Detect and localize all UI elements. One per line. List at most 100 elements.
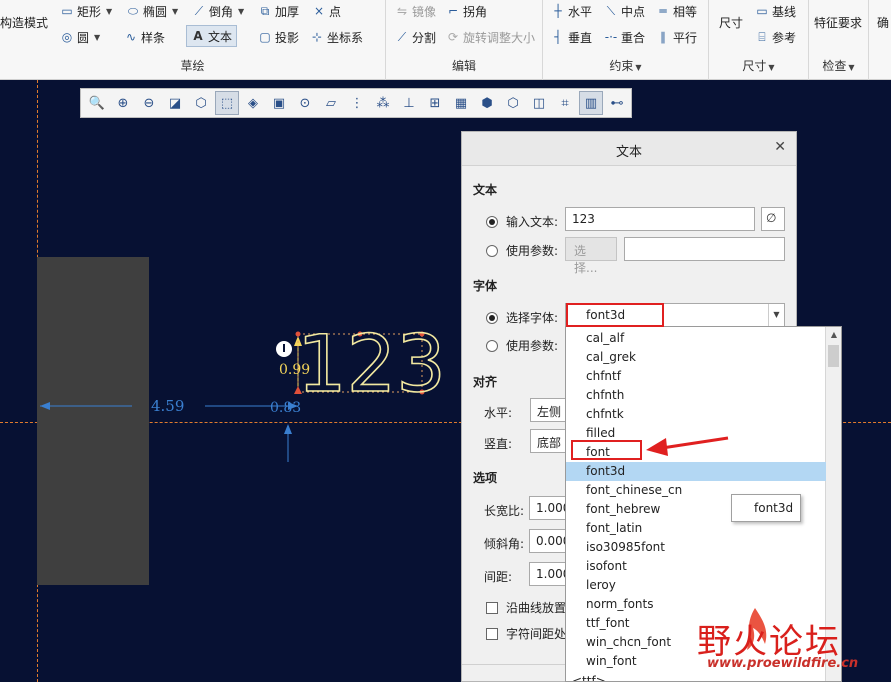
font-list-item[interactable]: cal_grek [566, 348, 826, 367]
use-param-radio[interactable] [486, 244, 498, 257]
use-param2-radio-row[interactable]: 使用参数: [486, 337, 558, 354]
constraint-vertical-button[interactable]: ┤ 垂直 [551, 26, 592, 48]
axis-display-icon[interactable]: ⋮ [345, 91, 369, 115]
dimension-arrow [284, 424, 292, 434]
view-manager-icon[interactable]: ◈ [241, 91, 265, 115]
coordinate-system-button[interactable]: ⊹ 坐标系 [310, 26, 363, 48]
constraint-midpoint-button[interactable]: ⟍ 中点 [604, 0, 645, 22]
close-icon[interactable]: ✕ [774, 139, 786, 155]
text-label: 文本 [208, 29, 233, 44]
font-list-item[interactable]: chfnth [566, 386, 826, 405]
font-tooltip: font3d [731, 494, 801, 522]
constraint-coincident-button[interactable]: -·- 重合 [604, 26, 645, 48]
sketch-view-icon[interactable]: ▦ [449, 91, 473, 115]
point-display-icon[interactable]: ⁂ [371, 91, 395, 115]
display-style-icon[interactable]: ⬡ [189, 91, 213, 115]
dialog-titlebar[interactable]: 文本 ✕ [462, 132, 796, 166]
scroll-up-icon[interactable]: ▲ [826, 327, 841, 343]
ribbon-group-label: 检查 [822, 59, 847, 73]
zoom-in-icon[interactable]: ⊕ [111, 91, 135, 115]
ribbon-group-dropdown[interactable]: 检查 ▼ [809, 57, 868, 74]
aspect-ratio-label: 长宽比: [484, 504, 525, 518]
circle-label: 圆 [77, 30, 90, 45]
font-list-item[interactable]: isofont [566, 557, 826, 576]
divide-button[interactable]: ⟋ 分割 [395, 26, 436, 48]
constraint-horizontal-button[interactable]: ┼ 水平 [551, 0, 592, 22]
spline-button[interactable]: ∿ 样条 [124, 26, 165, 48]
char-spacing-checkbox-row[interactable]: 字符间距处 [486, 625, 566, 642]
circle-button[interactable]: ◎ 圆 ▼ [60, 26, 100, 48]
select-font-radio[interactable] [486, 311, 498, 324]
spin-center-icon[interactable]: ⊙ [293, 91, 317, 115]
font-list-item[interactable]: font3d [566, 462, 826, 481]
chevron-down-icon[interactable]: ▼ [172, 7, 178, 16]
input-text-radio-row[interactable]: 输入文本: [486, 213, 558, 230]
rotate-resize-button[interactable]: ⟳ 旋转调整大小 [446, 26, 535, 48]
ribbon-overflow-label[interactable]: 确 [877, 11, 889, 33]
point-button[interactable]: × 点 [312, 0, 341, 22]
reference-button[interactable]: ⌸ 参考 [755, 26, 796, 48]
graphics-toolbar: 🔍 ⊕ ⊖ ◪ ⬡ ⬚ ◈ ▣ ⊙ ▱ ⋮ ⁂ ⊥ ⊞ ▦ ⬢ ⬡ ◫ ⌗ ▥ ⊷ [80, 88, 632, 118]
chamfer-button[interactable]: ⟋ 倒角 ▼ [192, 0, 244, 22]
ribbon-group-inspect: 特征要求 检查 ▼ [809, 0, 869, 80]
font-list-item[interactable]: cal_alf [566, 329, 826, 348]
chevron-down-icon[interactable]: ▼ [106, 7, 112, 16]
font-list-item[interactable]: iso30985font [566, 538, 826, 557]
dimension-button[interactable]: 尺寸 [719, 11, 743, 33]
sketch-display-icon[interactable]: ▥ [579, 91, 603, 115]
section-font-heading: 字体 [473, 279, 498, 293]
font-list-item[interactable]: chfntk [566, 405, 826, 424]
dimension-display-icon[interactable]: ⬢ [475, 91, 499, 115]
repaint-icon[interactable]: ◪ [163, 91, 187, 115]
select-param-button[interactable]: 选择... [565, 237, 617, 275]
chevron-down-icon: ▼ [635, 63, 642, 72]
ellipse-icon: ⬭ [127, 4, 139, 18]
text-symbol-button[interactable]: ∅ [761, 207, 785, 231]
ellipse-button[interactable]: ⬭ 椭圆 ▼ [126, 0, 178, 22]
constraint-parallel-button[interactable]: ∥ 平行 [656, 26, 697, 48]
use-param-radio-row[interactable]: 使用参数: [486, 242, 558, 259]
along-curve-checkbox[interactable] [486, 601, 498, 614]
chevron-down-icon[interactable]: ▼ [94, 33, 100, 42]
chevron-down-icon[interactable]: ▼ [768, 304, 784, 326]
char-spacing-checkbox[interactable] [486, 627, 498, 640]
constraint-display-icon[interactable]: ⬡ [501, 91, 525, 115]
annotation-display-icon[interactable]: ⊞ [423, 91, 447, 115]
use-param2-radio[interactable] [486, 339, 498, 352]
text-button[interactable]: A 文本 [186, 25, 238, 47]
rectangle-button[interactable]: ▭ 矩形 ▼ [60, 0, 112, 22]
ribbon-group-dropdown[interactable]: 尺寸 ▼ [709, 57, 808, 74]
ribbon-group-dropdown[interactable]: 约束 ▼ [543, 57, 708, 74]
select-font-radio-row[interactable]: 选择字体: [486, 309, 558, 326]
font-list-item[interactable]: chfntf [566, 367, 826, 386]
along-curve-checkbox-row[interactable]: 沿曲线放置 [486, 599, 566, 616]
ribbon-group-label: 草绘 [180, 59, 205, 73]
vertex-display-icon[interactable]: ⌗ [553, 91, 577, 115]
baseline-button[interactable]: ▭ 基线 [755, 0, 796, 22]
sketch-text-outline[interactable]: 123 [296, 319, 446, 411]
grid-display-icon[interactable]: ◫ [527, 91, 551, 115]
scrollbar-thumb[interactable] [828, 345, 839, 367]
horizontal-label: 水平 [568, 4, 593, 19]
coordinate-system-icon: ⊹ [311, 30, 323, 44]
param-field[interactable] [624, 237, 785, 261]
plane-display-icon[interactable]: ▱ [319, 91, 343, 115]
refit-icon[interactable]: 🔍 [85, 91, 109, 115]
saved-orientations-icon[interactable]: ⬚ [215, 91, 239, 115]
input-text-field[interactable]: 123 [565, 207, 755, 231]
mirror-button[interactable]: ⇋ 镜像 [395, 0, 436, 22]
corner-button[interactable]: ⌐ 拐角 [446, 0, 487, 22]
thicken-button[interactable]: ⧉ 加厚 [258, 0, 299, 22]
zoom-out-icon[interactable]: ⊖ [137, 91, 161, 115]
chevron-down-icon[interactable]: ▼ [238, 7, 244, 16]
font-list-item[interactable]: leroy [566, 576, 826, 595]
constraint-equal-button[interactable]: ═ 相等 [656, 0, 697, 22]
perspective-icon[interactable]: ▣ [267, 91, 291, 115]
construction-mode-button[interactable]: 构造模式 [0, 11, 48, 33]
input-text-radio[interactable] [486, 215, 498, 228]
csys-display-icon[interactable]: ⊥ [397, 91, 421, 115]
feature-requirements-button[interactable]: 特征要求 [814, 11, 862, 33]
dimension-value-horizontal[interactable]: 4.59 [151, 397, 184, 415]
disjoint-display-icon[interactable]: ⊷ [605, 91, 629, 115]
project-button[interactable]: ▢ 投影 [258, 26, 299, 48]
